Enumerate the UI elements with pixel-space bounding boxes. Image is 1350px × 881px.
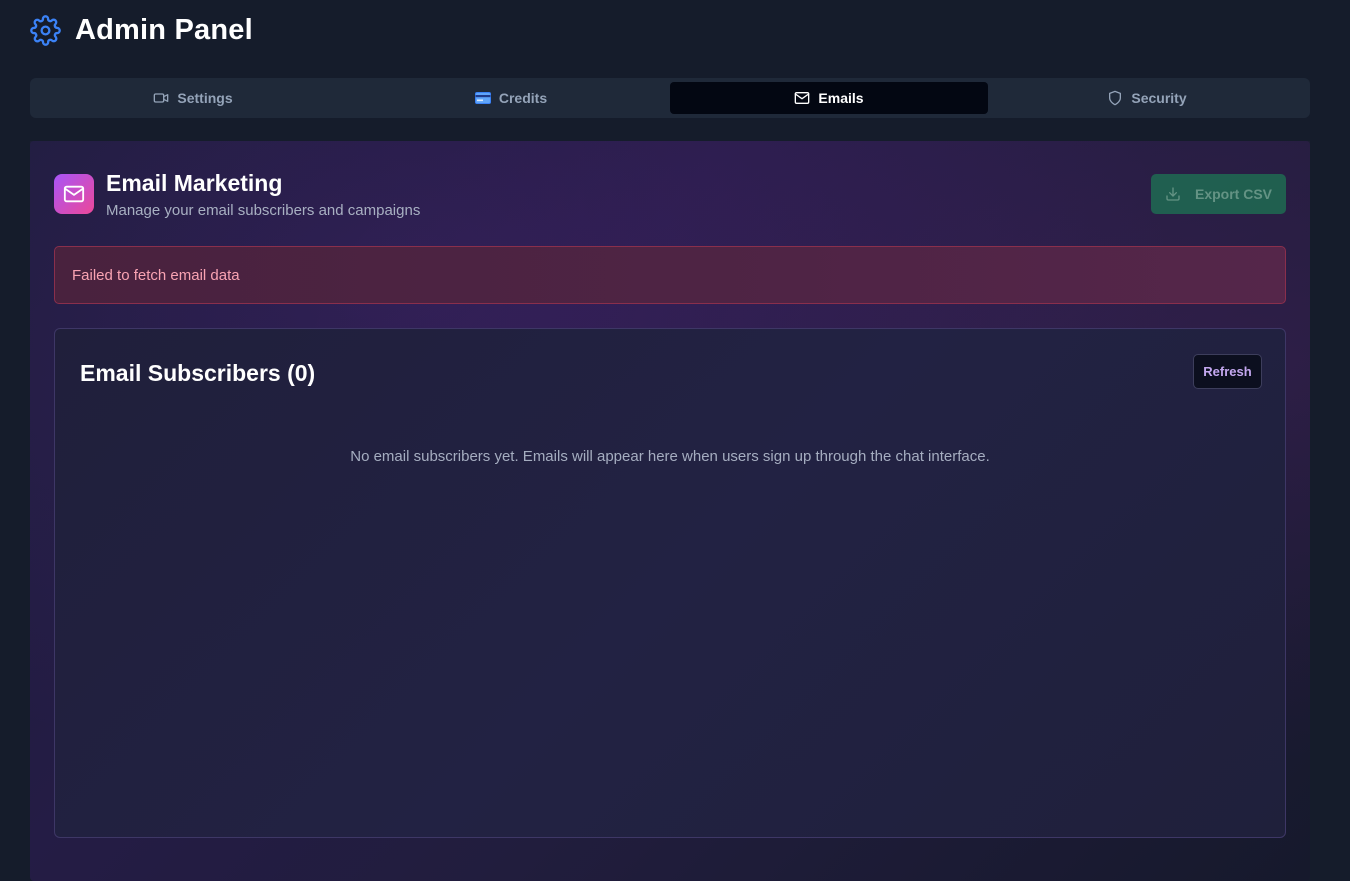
gear-icon	[30, 14, 61, 46]
subscribers-card: Email Subscribers (0) Refresh No email s…	[54, 328, 1286, 838]
subscribers-title: Email Subscribers (0)	[80, 360, 316, 386]
tab-label: Emails	[818, 90, 864, 106]
empty-state-message: No email subscribers yet. Emails will ap…	[350, 448, 990, 465]
shield-icon	[1107, 90, 1123, 106]
envelope-icon	[54, 174, 94, 214]
credit-card-icon	[474, 92, 491, 104]
section-subtitle: Manage your email subscribers and campai…	[106, 202, 421, 219]
tab-bar: Settings Credits Emails Security	[30, 78, 1310, 118]
export-csv-button[interactable]: Export CSV	[1151, 174, 1286, 214]
page-title: Admin Panel	[75, 13, 253, 46]
error-message: Failed to fetch email data	[72, 266, 240, 284]
tab-settings[interactable]: Settings	[34, 82, 352, 114]
tab-emails[interactable]: Emails	[670, 82, 988, 114]
refresh-button[interactable]: Refresh	[1193, 354, 1262, 389]
tab-security[interactable]: Security	[988, 82, 1306, 114]
envelope-icon	[794, 90, 810, 106]
tab-credits[interactable]: Credits	[352, 82, 670, 114]
tab-label: Security	[1131, 90, 1187, 106]
video-camera-icon	[153, 90, 169, 106]
page-header: Admin Panel	[30, 10, 253, 50]
export-csv-label: Export CSV	[1194, 186, 1272, 202]
tab-label: Credits	[498, 90, 548, 106]
section-title: Email Marketing	[106, 170, 283, 196]
email-marketing-panel: Email Marketing Manage your email subscr…	[30, 141, 1310, 881]
download-icon	[1165, 186, 1181, 202]
error-alert: Failed to fetch email data	[54, 246, 1286, 304]
tab-label: Settings	[177, 90, 233, 106]
